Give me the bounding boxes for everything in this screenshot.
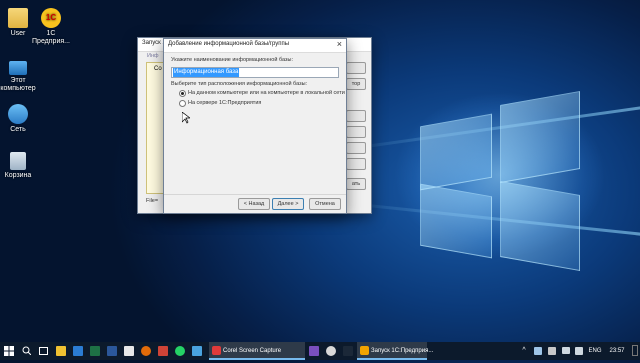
launcher-button[interactable]	[346, 142, 366, 154]
dialog-title: Добавление информационной базы/группы	[168, 41, 290, 47]
back-button[interactable]: < Назад	[238, 198, 270, 210]
dialog-titlebar[interactable]: Добавление информационной базы/группы ×	[164, 39, 346, 53]
button-separator	[164, 194, 346, 195]
option-server-radio[interactable]	[179, 100, 186, 107]
whatsapp-icon[interactable]	[175, 346, 185, 356]
app-icon[interactable]	[309, 346, 319, 356]
option-local-label[interactable]: На данном компьютере или на компьютере в…	[188, 90, 345, 96]
task-label: Corel Screen Capture	[223, 348, 282, 354]
volume-icon[interactable]	[575, 347, 583, 355]
option-server-label[interactable]: На сервере 1С:Предприятия	[188, 100, 261, 106]
taskbar-task-1c[interactable]: Запуск 1С:Предприя...	[357, 342, 433, 360]
desktop-icon-label: Этот компьютер	[0, 77, 36, 92]
tray-chevron-icon[interactable]: ^	[518, 342, 530, 360]
taskbar-task-corel[interactable]: Corel Screen Capture	[209, 342, 305, 360]
logo-pane	[500, 180, 580, 272]
infobase-name-value: Информационная база	[173, 68, 240, 77]
launcher-button[interactable]	[346, 158, 366, 170]
file-path-label: File=	[146, 198, 159, 204]
file-explorer-icon[interactable]	[56, 346, 66, 356]
computer-icon	[9, 61, 27, 75]
network-icon	[8, 104, 28, 124]
media-player-icon[interactable]	[158, 346, 168, 356]
cancel-button[interactable]: Отмена	[309, 198, 341, 210]
option-local-radio[interactable]	[179, 90, 186, 97]
network-tray-icon[interactable]	[562, 347, 570, 354]
mouse-cursor-icon	[182, 112, 190, 124]
launcher-button[interactable]: ать	[346, 178, 366, 190]
corel-icon	[212, 346, 221, 355]
excel-icon[interactable]	[90, 346, 100, 356]
launcher-button[interactable]	[346, 110, 366, 122]
app-icon[interactable]	[192, 346, 202, 356]
desktop-icon-label: Корзина	[4, 172, 32, 179]
logo-pane	[420, 183, 492, 259]
recycle-bin-icon	[10, 152, 26, 170]
desktop-icon-label: User	[10, 30, 26, 37]
browser-icon[interactable]	[141, 346, 151, 356]
logo-pane	[500, 90, 580, 184]
search-icon[interactable]	[18, 342, 34, 360]
tray-app-icon[interactable]	[534, 347, 542, 355]
notifications-icon[interactable]	[632, 345, 638, 356]
desktop-icon-1c[interactable]: 1C 1С Предприя...	[28, 8, 74, 46]
infobase-list-item[interactable]: Со	[154, 66, 162, 72]
app-icon[interactable]	[326, 346, 336, 356]
generic-app-icon[interactable]	[124, 346, 134, 356]
tray-app-icon[interactable]	[548, 347, 556, 355]
language-indicator[interactable]: ENG	[586, 342, 604, 360]
location-prompt: Выберите тип расположения информационной…	[171, 81, 308, 87]
infobase-name-input[interactable]: Информационная база	[171, 67, 339, 78]
clock[interactable]: 23:57	[606, 342, 628, 360]
launcher-button[interactable]	[346, 126, 366, 138]
start-button[interactable]	[0, 342, 18, 360]
task-view-icon[interactable]	[36, 342, 50, 360]
task-label: Запуск 1С:Предприя...	[371, 348, 434, 354]
1c-app-icon: 1C	[41, 8, 61, 28]
desktop-icon-network[interactable]: Сеть	[0, 104, 41, 134]
mail-icon[interactable]	[73, 346, 83, 356]
1c-app-icon	[360, 346, 369, 355]
word-icon[interactable]	[107, 346, 117, 356]
user-folder-icon	[8, 8, 28, 28]
next-button[interactable]: Далее >	[272, 198, 304, 210]
steam-icon[interactable]	[343, 346, 353, 356]
windows-icon	[4, 346, 14, 356]
desktop-icon-label: 1С Предприя...	[32, 30, 70, 45]
name-prompt: Укажите наименование информационной базы…	[171, 57, 293, 63]
logo-pane	[420, 113, 492, 191]
configurator-button[interactable]: тор	[346, 78, 366, 90]
taskbar: Corel Screen Capture Запуск 1С:Предприя.…	[0, 342, 640, 360]
close-icon[interactable]: ×	[337, 39, 342, 49]
add-infobase-dialog[interactable]: Добавление информационной базы/группы × …	[163, 38, 347, 214]
launcher-tab[interactable]: Инф	[147, 53, 159, 59]
desktop-icon-computer[interactable]: Этот компьютер	[0, 58, 41, 93]
desktop-icon-label: Сеть	[10, 126, 26, 133]
launcher-button[interactable]	[346, 62, 366, 74]
desktop-icon-recycle-bin[interactable]: Корзина	[0, 152, 41, 180]
